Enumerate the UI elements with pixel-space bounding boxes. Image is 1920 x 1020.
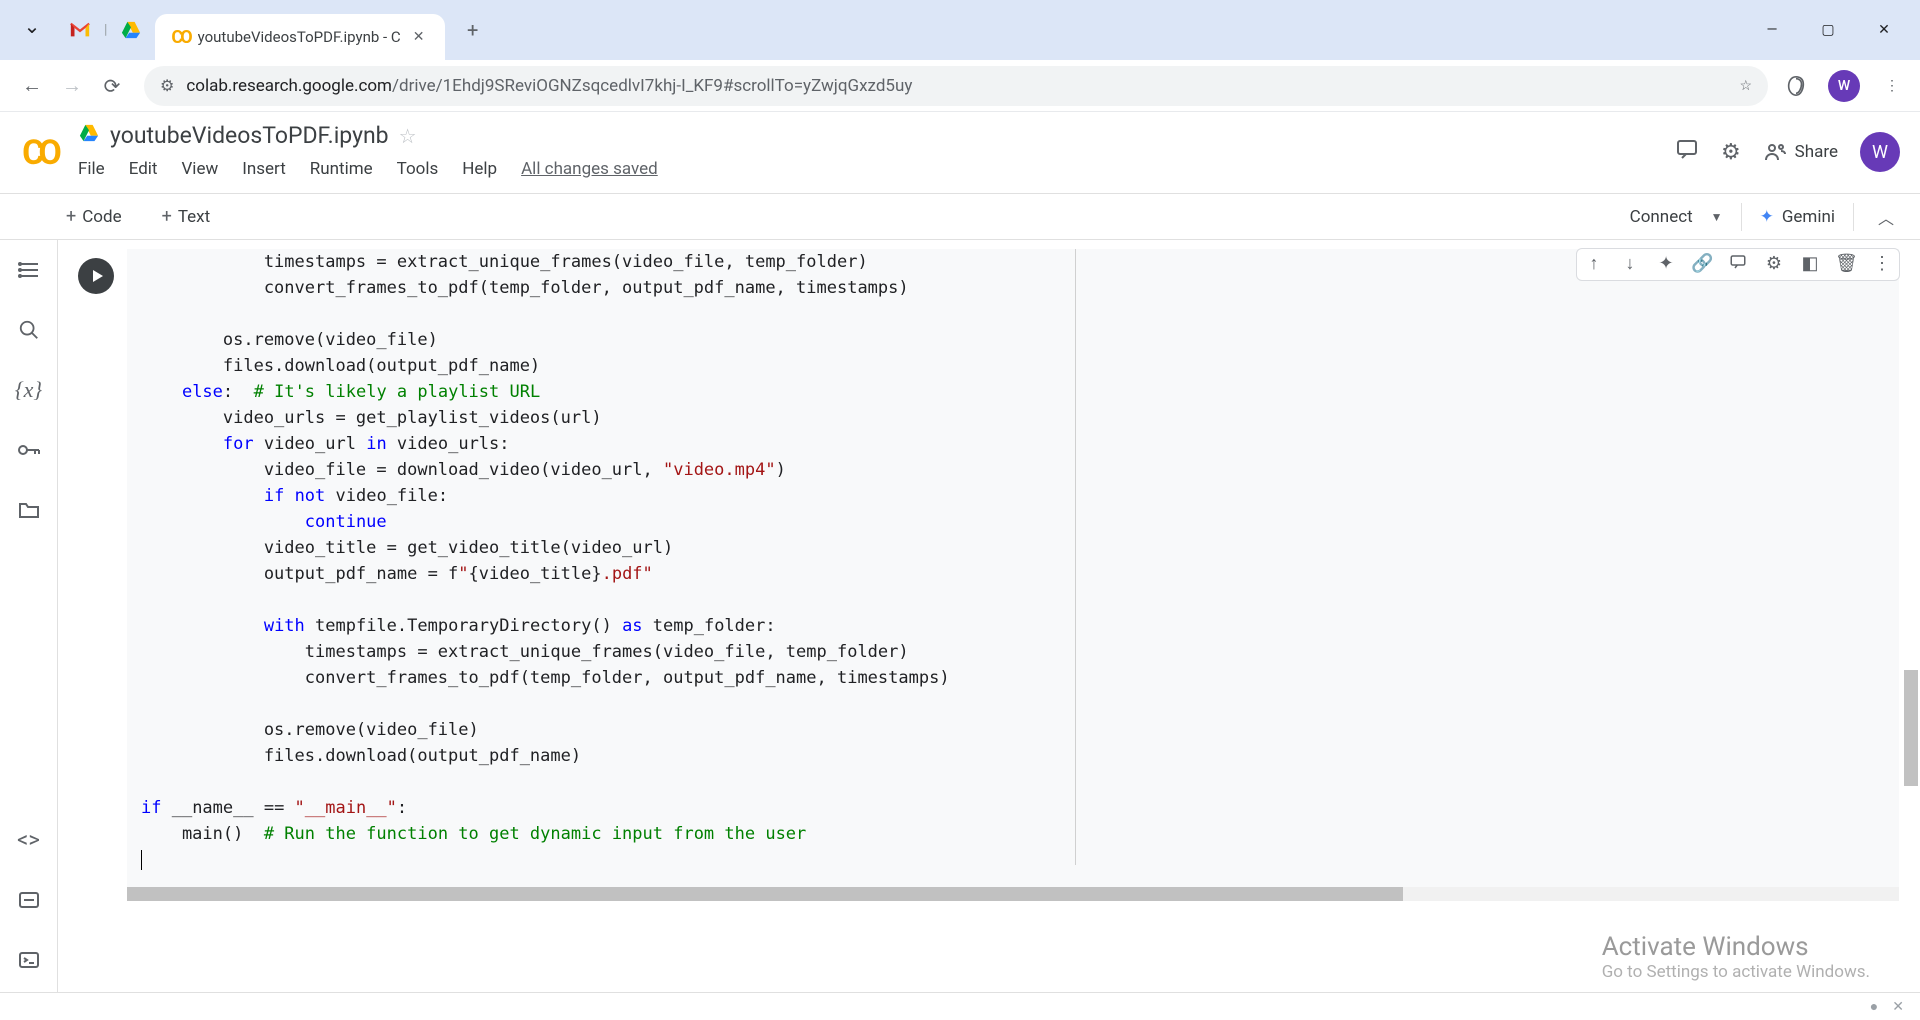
share-label: Share — [1795, 142, 1838, 162]
code-ruler — [1075, 249, 1076, 865]
move-down-icon[interactable]: ↓ — [1619, 253, 1641, 276]
main-layout: {x} <> ↑ ↓ ✦ 🔗 — [0, 240, 1920, 992]
star-icon[interactable]: ☆ — [399, 124, 417, 148]
new-tab-button[interactable]: + — [455, 12, 491, 48]
command-palette-icon[interactable] — [13, 884, 45, 916]
move-up-icon[interactable]: ↑ — [1583, 253, 1605, 276]
window-maximize[interactable]: ▢ — [1800, 10, 1856, 50]
comments-icon[interactable] — [1675, 137, 1699, 167]
extensions-leaf-icon[interactable] — [1780, 70, 1812, 102]
menu-tools[interactable]: Tools — [397, 159, 439, 179]
active-tab-title: youtubeVideosToPDF.ipynb - C — [198, 28, 401, 46]
chrome-menu-icon[interactable]: ⋮ — [1876, 70, 1908, 102]
cell-settings-icon[interactable]: ⚙ — [1763, 253, 1785, 276]
runtime-status-dot: ● — [1870, 998, 1878, 1015]
notebook-name[interactable]: youtubeVideosToPDF.ipynb — [110, 122, 389, 149]
mirror-cell-icon[interactable]: ◧ — [1799, 253, 1821, 276]
window-controls: ― ▢ ✕ — [1744, 10, 1912, 50]
menu-help[interactable]: Help — [462, 159, 497, 179]
browser-tab-strip: | CO youtubeVideosToPDF.ipynb - C ✕ + ― … — [0, 0, 1920, 60]
code-cell[interactable]: timestamps = extract_unique_frames(video… — [126, 248, 1900, 902]
files-folder-icon[interactable] — [13, 494, 45, 526]
window-close[interactable]: ✕ — [1856, 10, 1912, 50]
add-text-button[interactable]: +Text — [154, 202, 219, 231]
chrome-profile-avatar[interactable]: W — [1828, 70, 1860, 102]
toc-icon[interactable] — [13, 254, 45, 286]
terminal-icon[interactable] — [13, 944, 45, 976]
nav-back[interactable]: ← — [12, 66, 52, 106]
nav-reload[interactable]: ⟳ — [92, 66, 132, 106]
run-cell-button[interactable] — [78, 258, 114, 294]
link-icon[interactable]: 🔗 — [1691, 253, 1713, 276]
code-editor[interactable]: timestamps = extract_unique_frames(video… — [127, 249, 1899, 883]
menu-bar: File Edit View Insert Runtime Tools Help… — [78, 159, 1675, 179]
colab-avatar[interactable]: W — [1860, 132, 1900, 172]
search-icon[interactable] — [13, 314, 45, 346]
comment-icon[interactable] — [1727, 253, 1749, 276]
site-info-icon[interactable]: ⚙ — [160, 76, 174, 95]
settings-gear-icon[interactable]: ⚙ — [1721, 140, 1741, 165]
colab-favicon: CO — [171, 27, 189, 48]
share-button[interactable]: Share — [1763, 142, 1838, 162]
bookmark-star-icon[interactable]: ☆ — [1739, 78, 1752, 94]
connect-dropdown-icon[interactable]: ▼ — [1711, 210, 1723, 224]
drive-icon — [78, 123, 100, 148]
url-field[interactable]: ⚙ colab.research.google.com/drive/1Ehdj9… — [144, 66, 1768, 106]
status-bar: ● ✕ — [0, 992, 1920, 1020]
delete-cell-icon[interactable]: 🗑 — [1835, 253, 1857, 276]
vertical-scrollbar[interactable] — [1904, 670, 1918, 786]
tab-close-button[interactable]: ✕ — [409, 27, 429, 47]
gmail-tab-icon[interactable] — [66, 16, 94, 44]
colab-logo[interactable]: CO — [14, 128, 64, 178]
colab-header: CO youtubeVideosToPDF.ipynb ☆ File Edit … — [0, 112, 1920, 194]
drive-tab-icon[interactable] — [117, 16, 145, 44]
left-rail: {x} <> — [0, 240, 58, 992]
nav-forward: → — [52, 66, 92, 106]
menu-edit[interactable]: Edit — [129, 159, 158, 179]
cell-more-icon[interactable]: ⋮ — [1871, 253, 1893, 276]
connect-button[interactable]: Connect — [1622, 203, 1701, 231]
save-status[interactable]: All changes saved — [521, 159, 658, 179]
cell-toolbar: ↑ ↓ ✦ 🔗 ⚙ ◧ 🗑 ⋮ — [1576, 248, 1900, 281]
code-snippets-icon[interactable]: <> — [13, 824, 45, 856]
active-tab[interactable]: CO youtubeVideosToPDF.ipynb - C ✕ — [155, 14, 444, 60]
gemini-button[interactable]: ✦Gemini — [1760, 207, 1835, 227]
menu-insert[interactable]: Insert — [242, 159, 286, 179]
menu-runtime[interactable]: Runtime — [310, 159, 373, 179]
horizontal-scrollbar[interactable] — [127, 887, 1899, 901]
cell-gemini-icon[interactable]: ✦ — [1655, 253, 1677, 276]
tab-search-dropdown[interactable] — [16, 14, 48, 46]
url-text: colab.research.google.com/drive/1Ehdj9SR… — [186, 76, 912, 96]
collapse-toolbar-icon[interactable]: ︿ — [1872, 205, 1900, 229]
secrets-key-icon[interactable] — [13, 434, 45, 466]
colab-toolbar: +Code +Text Connect ▼ ✦Gemini ︿ — [0, 194, 1920, 240]
menu-view[interactable]: View — [181, 159, 218, 179]
window-minimize[interactable]: ― — [1744, 10, 1800, 50]
status-close-icon[interactable]: ✕ — [1892, 999, 1904, 1015]
code-cell-wrap: ↑ ↓ ✦ 🔗 ⚙ ◧ 🗑 ⋮ timestamps = extract_uni… — [70, 248, 1900, 902]
address-bar: ← → ⟳ ⚙ colab.research.google.com/drive/… — [0, 60, 1920, 112]
menu-file[interactable]: File — [78, 159, 105, 179]
notebook-area: ↑ ↓ ✦ 🔗 ⚙ ◧ 🗑 ⋮ timestamps = extract_uni… — [58, 240, 1920, 992]
variables-icon[interactable]: {x} — [13, 374, 45, 406]
add-code-button[interactable]: +Code — [58, 202, 130, 231]
